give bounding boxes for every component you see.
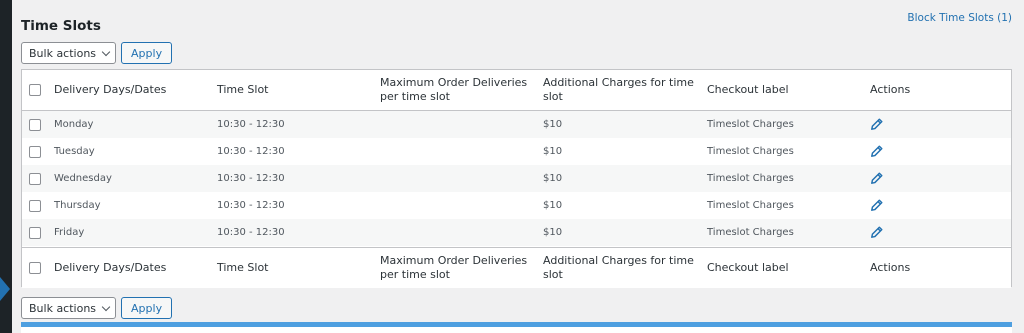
- cell-charge: $10: [543, 146, 563, 157]
- bulk-actions-select-bottom[interactable]: Bulk actions: [21, 297, 117, 319]
- cell-charge: $10: [543, 200, 563, 211]
- table-row: Tuesday 10:30 - 12:30 $10 Timeslot Charg…: [22, 138, 1011, 165]
- cell-time: 10:30 - 12:30: [217, 119, 285, 130]
- cell-max: [380, 138, 535, 165]
- cell-time: 10:30 - 12:30: [217, 200, 285, 211]
- pencil-icon[interactable]: [870, 145, 883, 158]
- chevron-down-icon: [101, 302, 111, 311]
- cell-day: Friday: [54, 227, 85, 238]
- column-footer-actions: Actions: [870, 261, 911, 274]
- column-header-days[interactable]: Delivery Days/Dates: [54, 70, 204, 110]
- apply-button-bottom[interactable]: Apply: [121, 297, 173, 319]
- time-slots-page: Time Slots Block Time Slots (1) Bulk act…: [0, 0, 1024, 333]
- table-row: Friday 10:30 - 12:30 $10 Timeslot Charge…: [22, 219, 1011, 246]
- cell-max: [380, 111, 535, 138]
- row-checkbox[interactable]: [29, 118, 41, 131]
- cell-charge: $10: [543, 173, 563, 184]
- column-footer-label[interactable]: Checkout label: [707, 248, 857, 288]
- select-all-checkbox[interactable]: [29, 84, 41, 96]
- cell-max: [380, 219, 535, 246]
- column-header-charges[interactable]: Additional Charges for time slot: [543, 70, 698, 110]
- bulk-actions-label: Bulk actions: [29, 46, 97, 60]
- tablenav-bottom: Bulk actions Apply: [21, 297, 173, 319]
- column-header-actions: Actions: [870, 83, 911, 96]
- pencil-icon[interactable]: [870, 199, 883, 212]
- row-checkbox[interactable]: [29, 226, 41, 239]
- row-checkbox[interactable]: [29, 172, 41, 185]
- pencil-icon[interactable]: [870, 172, 883, 185]
- pencil-icon[interactable]: [870, 118, 883, 131]
- column-header-max[interactable]: Maximum Order Deliveries per time slot: [380, 70, 535, 110]
- cell-charge: $10: [543, 119, 563, 130]
- cell-label: Timeslot Charges: [707, 173, 794, 184]
- bulk-actions-select-top[interactable]: Bulk actions: [21, 42, 117, 64]
- select-all-checkbox-footer[interactable]: [29, 262, 41, 274]
- table-footer-row: Delivery Days/Dates Time Slot Maximum Or…: [22, 247, 1011, 288]
- table-row: Wednesday 10:30 - 12:30 $10 Timeslot Cha…: [22, 165, 1011, 192]
- column-footer-max[interactable]: Maximum Order Deliveries per time slot: [380, 248, 535, 288]
- column-footer-charges[interactable]: Additional Charges for time slot: [543, 248, 698, 288]
- cell-charge: $10: [543, 227, 563, 238]
- bulk-actions-label: Bulk actions: [29, 301, 97, 315]
- cell-day: Monday: [54, 119, 94, 130]
- pencil-icon[interactable]: [870, 226, 883, 239]
- chevron-down-icon: [101, 47, 111, 56]
- column-header-label[interactable]: Checkout label: [707, 70, 857, 110]
- table-row: Monday 10:30 - 12:30 $10 Timeslot Charge…: [22, 111, 1011, 138]
- time-slots-table: Delivery Days/Dates Time Slot Maximum Or…: [21, 69, 1012, 288]
- page-title: Time Slots: [21, 18, 101, 34]
- block-time-slots-link[interactable]: Block Time Slots (1): [907, 12, 1012, 24]
- cell-day: Wednesday: [54, 173, 112, 184]
- cell-day: Thursday: [54, 200, 101, 211]
- cell-day: Tuesday: [54, 146, 95, 157]
- cell-time: 10:30 - 12:30: [217, 146, 285, 157]
- cell-label: Timeslot Charges: [707, 119, 794, 130]
- apply-button-top[interactable]: Apply: [121, 42, 173, 64]
- cell-time: 10:30 - 12:30: [217, 227, 285, 238]
- active-menu-arrow-icon: [0, 277, 10, 301]
- cell-max: [380, 192, 535, 219]
- table-row: Thursday 10:30 - 12:30 $10 Timeslot Char…: [22, 192, 1011, 219]
- cell-max: [380, 165, 535, 192]
- tablenav-top: Bulk actions Apply: [21, 42, 173, 64]
- column-header-time[interactable]: Time Slot: [217, 70, 367, 110]
- column-footer-days[interactable]: Delivery Days/Dates: [54, 248, 204, 288]
- column-footer-time[interactable]: Time Slot: [217, 248, 367, 288]
- cell-label: Timeslot Charges: [707, 146, 794, 157]
- table-header-row: Delivery Days/Dates Time Slot Maximum Or…: [22, 70, 1011, 111]
- next-panel: [21, 327, 1012, 333]
- cell-label: Timeslot Charges: [707, 200, 794, 211]
- row-checkbox[interactable]: [29, 145, 41, 158]
- cell-label: Timeslot Charges: [707, 227, 794, 238]
- row-checkbox[interactable]: [29, 199, 41, 212]
- cell-time: 10:30 - 12:30: [217, 173, 285, 184]
